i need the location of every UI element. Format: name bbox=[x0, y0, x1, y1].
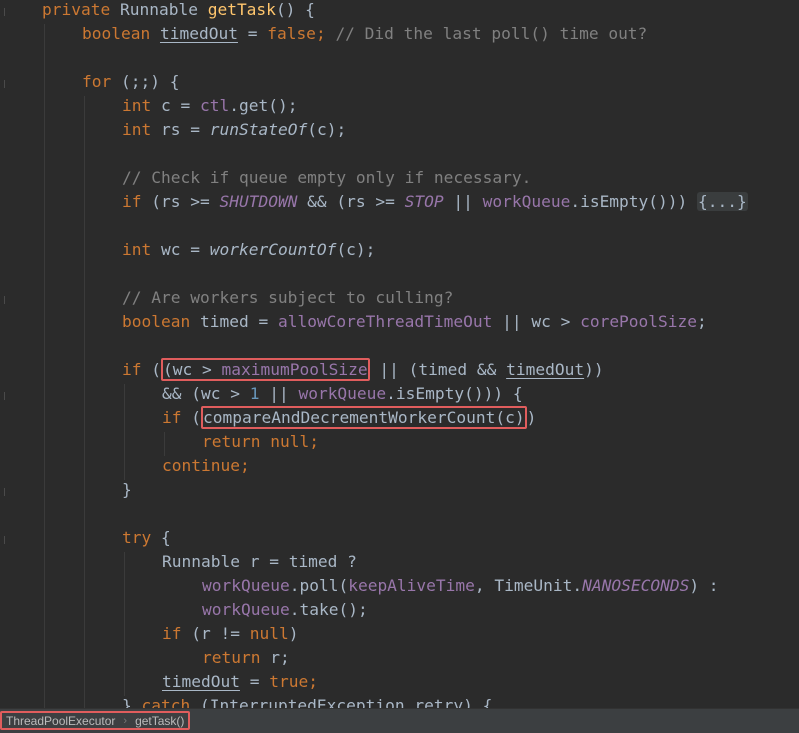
code-line: if ((wc > maximumPoolSize || (timed && t… bbox=[122, 358, 604, 381]
fold-marker[interactable] bbox=[4, 296, 5, 304]
code-line-method-signature: private Runnable getTask() { bbox=[42, 0, 315, 19]
fold-marker[interactable] bbox=[4, 80, 5, 88]
code-comment: // Check if queue empty only if necessar… bbox=[122, 168, 532, 187]
code-line: boolean timedOut = false; // Did the las… bbox=[82, 24, 648, 43]
code-line: return null; bbox=[202, 432, 319, 451]
code-line: if (compareAndDecrementWorkerCount(c)) bbox=[162, 406, 537, 429]
indent-guide bbox=[164, 432, 165, 456]
fold-marker[interactable] bbox=[4, 488, 5, 496]
code-line: workQueue.take(); bbox=[202, 600, 368, 619]
fold-marker[interactable] bbox=[4, 8, 5, 16]
code-line: && (wc > 1 || workQueue.isEmpty())) { bbox=[162, 384, 523, 403]
code-line: for (;;) { bbox=[82, 72, 180, 91]
code-line: boolean timed = allowCoreThreadTimeOut |… bbox=[122, 312, 707, 331]
breadcrumb: ThreadPoolExecutor › getTask() bbox=[0, 711, 191, 730]
highlight-box: (wc > maximumPoolSize bbox=[161, 358, 370, 381]
highlight-box: compareAndDecrementWorkerCount(c) bbox=[201, 406, 527, 429]
indent-guide bbox=[124, 384, 125, 480]
code-line: int c = ctl.get(); bbox=[122, 96, 298, 115]
code-line: workQueue.poll(keepAliveTime, TimeUnit.N… bbox=[202, 576, 719, 595]
code-line: } bbox=[122, 480, 132, 499]
fold-marker[interactable] bbox=[4, 536, 5, 544]
indent-guide bbox=[84, 96, 85, 708]
breadcrumb-item-method[interactable]: getTask() bbox=[135, 714, 184, 728]
code-line: timedOut = true; bbox=[162, 672, 318, 691]
code-line: } catch (InterruptedException retry) { bbox=[122, 696, 493, 708]
indent-guide bbox=[44, 24, 45, 708]
code-line: try { bbox=[122, 528, 171, 547]
code-line: int wc = workerCountOf(c); bbox=[122, 240, 376, 259]
code-editor[interactable]: private Runnable getTask() { boolean tim… bbox=[0, 0, 799, 708]
code-line: continue; bbox=[162, 456, 250, 475]
code-line: return r; bbox=[202, 648, 290, 667]
breadcrumb-separator-icon: › bbox=[123, 714, 128, 727]
code-line: int rs = runStateOf(c); bbox=[122, 120, 347, 139]
folded-block[interactable]: {...} bbox=[697, 192, 748, 211]
breadcrumb-item-class[interactable]: ThreadPoolExecutor bbox=[6, 714, 115, 728]
code-line: Runnable r = timed ? bbox=[162, 552, 357, 571]
code-line: if (r != null) bbox=[162, 624, 299, 643]
code-comment: // Are workers subject to culling? bbox=[122, 288, 454, 307]
breadcrumb-bar: ThreadPoolExecutor › getTask() bbox=[0, 708, 799, 733]
indent-guide bbox=[124, 552, 125, 696]
code-line: if (rs >= SHUTDOWN && (rs >= STOP || wor… bbox=[122, 192, 748, 211]
fold-marker[interactable] bbox=[4, 392, 5, 400]
